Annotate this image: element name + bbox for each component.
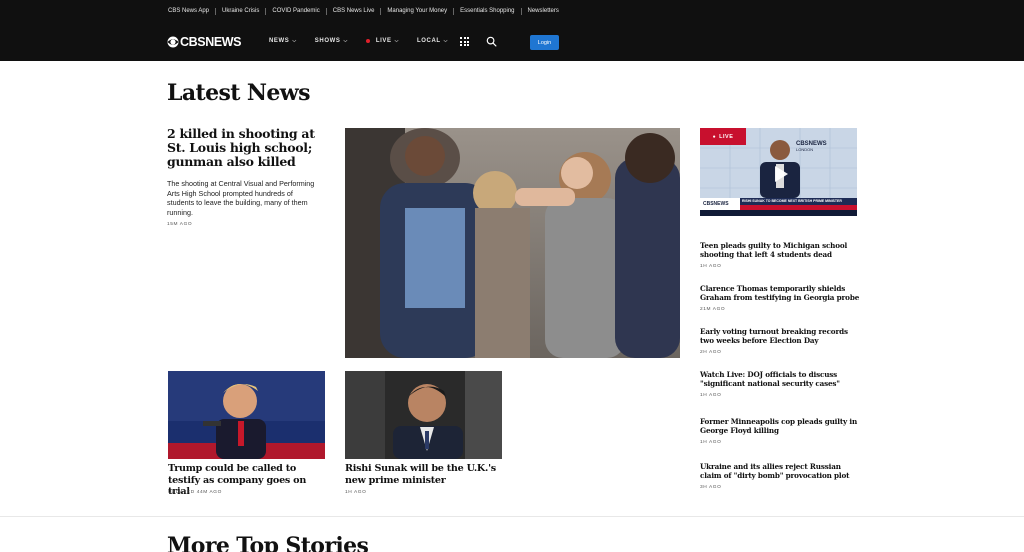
- apps-grid-icon[interactable]: [460, 37, 469, 46]
- divider: [380, 7, 382, 15]
- rail-story-headline[interactable]: Early voting turnout breaking records tw…: [700, 327, 860, 345]
- logo-text: CBSNEWS: [180, 35, 242, 49]
- lead-story-timestamp: 15M AGO: [167, 222, 193, 227]
- utility-link-live[interactable]: CBS News Live: [333, 8, 375, 14]
- search-icon[interactable]: [486, 36, 497, 47]
- rail-story-headline[interactable]: Clarence Thomas temporarily shields Grah…: [700, 284, 860, 302]
- live-video-player[interactable]: ● LIVE CBSNEWS LONDON CBSNEWS RISHI SUNA…: [700, 128, 857, 216]
- nav-label: LOCAL: [417, 38, 441, 44]
- divider: [325, 7, 327, 15]
- rail-story[interactable]: Early voting turnout breaking records tw…: [700, 327, 860, 355]
- chevron-down-icon: ⌵: [292, 38, 297, 44]
- rail-story-timestamp: 1H AGO: [700, 264, 722, 269]
- divider: [453, 7, 455, 15]
- students-embracing-photo: [345, 128, 680, 358]
- video-brand-overlay: CBSNEWS LONDON: [796, 141, 827, 153]
- lead-story-image[interactable]: [345, 128, 680, 358]
- divider: [215, 7, 217, 15]
- utility-nav: CBS News App Ukraine Crisis COVID Pandem…: [168, 6, 559, 16]
- story-card-headline[interactable]: Rishi Sunak will be the U.K.'s new prime…: [345, 463, 505, 486]
- live-dot-icon: ●: [712, 133, 717, 140]
- rail-story[interactable]: Former Minneapolis cop pleads guilty in …: [700, 417, 860, 445]
- utility-link-covid[interactable]: COVID Pandemic: [272, 8, 319, 14]
- login-button[interactable]: Login: [530, 35, 559, 50]
- nav-item-shows[interactable]: SHOWS ⌵: [315, 38, 348, 44]
- lead-story-description: The shooting at Central Visual and Perfo…: [167, 179, 315, 217]
- nav-label: SHOWS: [314, 38, 341, 44]
- live-badge-label: LIVE: [719, 133, 734, 140]
- rail-story[interactable]: Clarence Thomas temporarily shields Grah…: [700, 284, 860, 312]
- rail-story[interactable]: Ukraine and its allies reject Russian cl…: [700, 462, 860, 490]
- rail-story-headline[interactable]: Teen pleads guilty to Michigan school sh…: [700, 241, 860, 259]
- section-divider: [0, 516, 1024, 517]
- trump-speaking-photo: [168, 371, 325, 459]
- utility-link-newsletters[interactable]: Newsletters: [528, 8, 559, 14]
- cbs-eye-icon: [167, 36, 179, 48]
- rishi-sunak-photo: [345, 371, 502, 459]
- nav-label: NEWS: [269, 38, 290, 44]
- main-nav: NEWS ⌵ SHOWS ⌵ LIVE ⌵ LOCAL ⌵: [269, 36, 466, 46]
- divider: [520, 7, 522, 15]
- rail-story-timestamp: 21M AGO: [700, 307, 726, 312]
- story-card-image[interactable]: [345, 371, 502, 459]
- lead-story-headline[interactable]: 2 killed in shooting at St. Louis high s…: [167, 127, 327, 169]
- section-title: More Top Stories: [167, 533, 369, 552]
- chevron-down-icon: ⌵: [394, 38, 399, 44]
- live-dot-icon: [365, 39, 370, 43]
- story-card-image[interactable]: [168, 371, 325, 459]
- page-title: Latest News: [167, 80, 311, 106]
- story-card-timestamp: 1H AGO: [345, 490, 367, 495]
- utility-link-app[interactable]: CBS News App: [168, 8, 209, 14]
- rail-story-headline[interactable]: Ukraine and its allies reject Russian cl…: [700, 462, 860, 480]
- rail-story-timestamp: 1H AGO: [700, 440, 722, 445]
- rail-story-headline[interactable]: Former Minneapolis cop pleads guilty in …: [700, 417, 860, 435]
- video-ticker-text: RISHI SUNAK TO BECOME NEXT BRITISH PRIME…: [742, 199, 842, 203]
- video-lower-third-brand: CBSNEWS: [703, 201, 729, 207]
- chevron-down-icon: ⌵: [443, 38, 449, 44]
- nav-item-live[interactable]: LIVE ⌵: [365, 38, 399, 44]
- rail-story-timestamp: 2H AGO: [700, 350, 722, 355]
- rail-story-timestamp: 1H AGO: [700, 393, 722, 398]
- live-badge: ● LIVE: [700, 128, 746, 145]
- site-header: CBS News App Ukraine Crisis COVID Pandem…: [0, 0, 1024, 61]
- rail-story[interactable]: Watch Live: DOJ officials to discuss "si…: [700, 370, 860, 398]
- nav-item-news[interactable]: NEWS ⌵: [269, 38, 297, 44]
- story-card-timestamp: UPDATED 44M AGO: [168, 490, 222, 495]
- nav-item-local[interactable]: LOCAL ⌵: [417, 38, 448, 44]
- nav-label: LIVE: [375, 38, 392, 44]
- cbs-news-logo[interactable]: CBSNEWS: [167, 35, 241, 49]
- utility-link-money[interactable]: Managing Your Money: [387, 8, 447, 14]
- rail-story[interactable]: Teen pleads guilty to Michigan school sh…: [700, 241, 860, 269]
- chevron-down-icon: ⌵: [343, 38, 348, 44]
- utility-link-ukraine[interactable]: Ukraine Crisis: [222, 8, 259, 14]
- divider: [265, 7, 267, 15]
- rail-story-timestamp: 3H AGO: [700, 485, 722, 490]
- rail-story-headline[interactable]: Watch Live: DOJ officials to discuss "si…: [700, 370, 860, 388]
- utility-link-shopping[interactable]: Essentials Shopping: [460, 8, 514, 14]
- video-location-text: LONDON: [796, 147, 814, 152]
